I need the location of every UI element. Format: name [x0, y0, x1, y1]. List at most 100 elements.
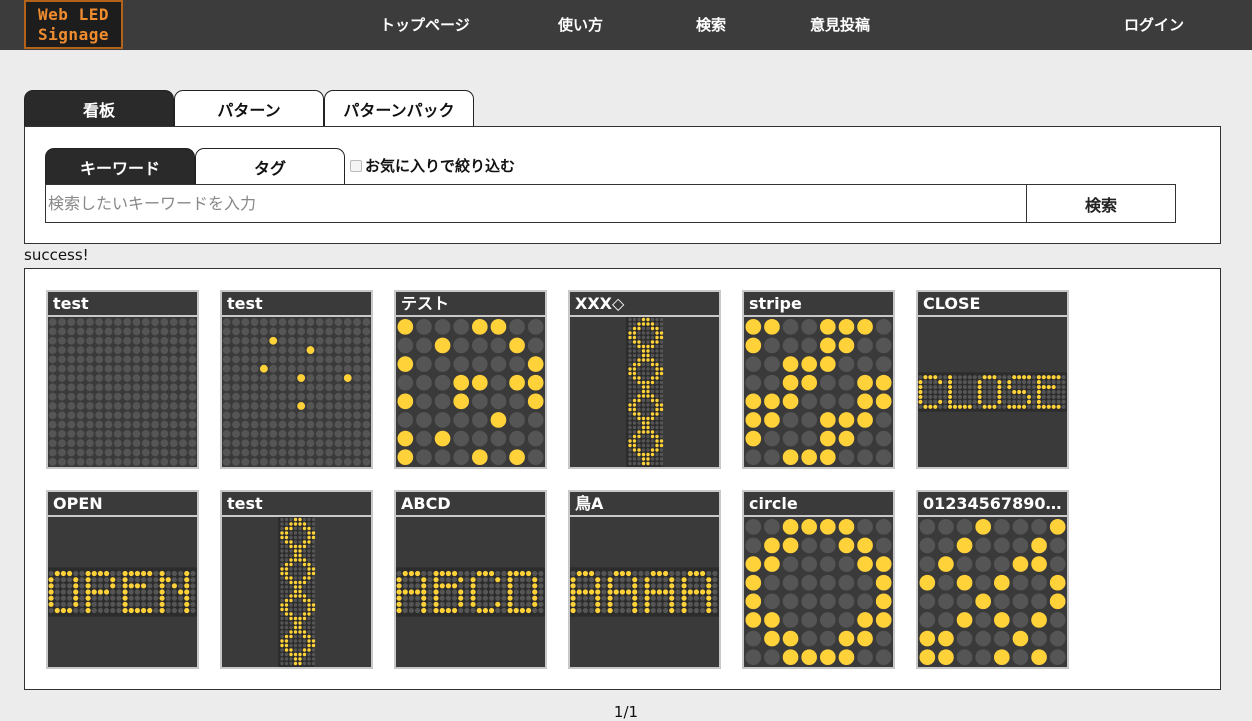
signboard-card[interactable]: テスト [394, 290, 547, 469]
signboard-title: stripe [744, 292, 893, 317]
tab-tag[interactable]: タグ [195, 148, 345, 184]
signboard-card[interactable]: 鳥A [568, 490, 721, 669]
led-on [782, 393, 799, 410]
led-off [675, 607, 681, 614]
led-on [397, 318, 414, 335]
keyword-search-input[interactable] [45, 184, 1026, 223]
signboard-card[interactable]: test [220, 290, 373, 469]
led-off [58, 411, 66, 420]
led-off [693, 607, 700, 614]
led-off [655, 385, 659, 389]
led-off [241, 392, 250, 401]
led-off [957, 399, 963, 404]
led-off [169, 318, 178, 327]
tab-pattern-pack[interactable]: パターンパック [324, 90, 474, 126]
signboard-card[interactable]: CLOSE [916, 290, 1069, 469]
led-off [190, 595, 196, 601]
led-off [325, 457, 334, 466]
led-on [782, 518, 799, 535]
led-on [1036, 375, 1041, 380]
tab-keyword[interactable]: キーワード [45, 148, 195, 184]
led-on [48, 601, 54, 607]
led-on [73, 595, 79, 601]
tab-pattern[interactable]: パターン [174, 90, 324, 126]
led-on [857, 630, 873, 647]
led-off [67, 420, 76, 429]
led-off [928, 399, 933, 404]
led-off [962, 384, 967, 390]
signboard-card[interactable]: stripe [742, 290, 895, 469]
led-off [287, 439, 296, 448]
led-off [188, 448, 197, 457]
nav-top-page[interactable]: トップページ [380, 14, 470, 35]
site-logo[interactable]: Web LED Signage [24, 0, 123, 49]
search-button[interactable]: 検索 [1026, 184, 1176, 223]
led-on [1012, 404, 1017, 409]
led-off [919, 556, 936, 572]
led-on [298, 589, 302, 594]
led-off [306, 392, 315, 401]
led-off [76, 420, 85, 429]
signboard-card[interactable]: ABCD [394, 490, 547, 669]
led-off [76, 411, 85, 420]
led-off [311, 522, 316, 526]
led-off [638, 607, 644, 614]
led-off [650, 439, 655, 443]
led-off [1007, 399, 1012, 404]
led-off [646, 367, 650, 371]
led-off [416, 374, 432, 391]
led-on [289, 616, 293, 621]
led-off [307, 544, 311, 549]
led-off [801, 630, 818, 647]
led-off [952, 399, 958, 404]
led-off [325, 327, 334, 336]
led-off [302, 549, 307, 553]
signboard-card[interactable]: test [46, 290, 199, 469]
led-on [582, 570, 589, 577]
led-off [188, 420, 197, 429]
nav-how-to-use[interactable]: 使い方 [558, 14, 603, 35]
led-off [451, 589, 458, 595]
led-on [434, 430, 451, 447]
led-on [451, 583, 458, 589]
led-off [434, 374, 451, 391]
led-off [278, 392, 287, 401]
led-off [933, 380, 938, 385]
led-off [1061, 389, 1066, 395]
led-off [132, 411, 141, 420]
led-off [659, 358, 664, 362]
led-matrix [745, 318, 892, 466]
led-on [997, 399, 1002, 404]
favorite-filter[interactable]: お気に入りで絞り込む [350, 155, 515, 176]
signboard-card[interactable]: XXX◇ [568, 290, 721, 469]
nav-feedback[interactable]: 意見投稿 [810, 14, 870, 35]
led-matrix [396, 567, 545, 617]
login-link[interactable]: ログイン [1124, 14, 1184, 35]
led-on [655, 403, 659, 407]
led-off [1031, 375, 1037, 380]
led-off [259, 457, 268, 466]
led-off [681, 570, 687, 577]
led-off [293, 612, 298, 616]
tab-signboard[interactable]: 看板 [24, 90, 174, 126]
led-on [923, 375, 928, 380]
led-off [104, 420, 113, 429]
led-off [232, 355, 240, 364]
signboard-card[interactable]: OPEN [46, 490, 199, 669]
led-off [1007, 389, 1012, 395]
led-off [222, 374, 231, 382]
signboard-card[interactable]: test [220, 490, 373, 669]
led-off [289, 589, 293, 594]
led-off [655, 425, 659, 430]
led-on [507, 601, 513, 607]
favorite-filter-checkbox[interactable] [350, 159, 362, 172]
led-off [962, 394, 967, 400]
led-off [302, 571, 307, 576]
led-on [311, 603, 316, 607]
signboard-card[interactable]: circle [742, 490, 895, 669]
led-on [284, 612, 289, 616]
signboard-card[interactable]: 01234567890… [916, 490, 1069, 669]
led-on [646, 394, 650, 398]
nav-search[interactable]: 検索 [696, 14, 726, 35]
led-off [445, 577, 452, 583]
